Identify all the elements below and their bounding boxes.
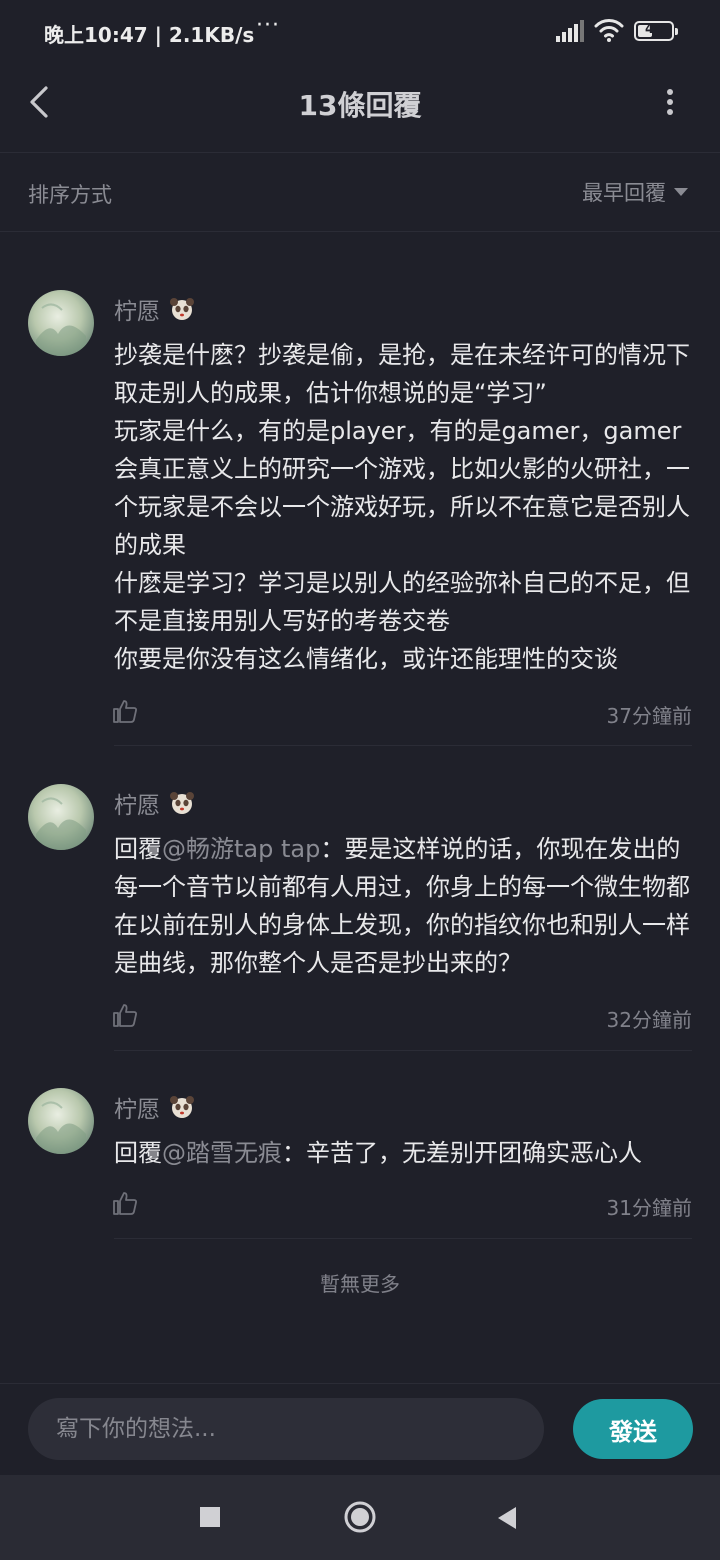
reply-prefix: 回覆 xyxy=(114,1139,162,1167)
nav-back-icon[interactable] xyxy=(496,1505,518,1531)
page-title: 13條回覆 xyxy=(298,89,422,122)
reply-paragraph: 回覆@踏雪无痕：辛苦了，无差别开团确实恶心人 xyxy=(114,1134,694,1172)
reply-author[interactable]: 柠愿 xyxy=(114,1090,196,1124)
reply-paragraph: 玩家是什么，有的是player，有的是gamer，gamer会真正意义上的研究一… xyxy=(114,417,690,559)
reply-paragraph: 抄袭是什麽？抄袭是偷，是抢，是在未经许可的情况下取走别人的成果，估计你想说的是“… xyxy=(114,341,690,407)
divider xyxy=(114,1238,692,1239)
sort-row: 排序方式 最早回覆 xyxy=(0,153,720,232)
divider xyxy=(114,745,692,746)
panda-badge-icon xyxy=(170,1096,194,1118)
thumbs-up-icon[interactable] xyxy=(112,1002,138,1028)
avatar[interactable] xyxy=(28,290,94,356)
reply-time: 37分鐘前 xyxy=(606,704,692,728)
reply-paragraph: 你要是你没有这么情绪化，或许还能理性的交谈 xyxy=(114,645,618,673)
reply-thread-screen: 晚上10:47 | 2.1KB/s ··· 44 13條回覆 排序方式 最早回覆… xyxy=(0,0,720,1560)
avatar-image xyxy=(28,784,94,850)
reply-author[interactable]: 柠愿 xyxy=(114,786,196,820)
no-more-text: 暫無更多 xyxy=(320,1272,400,1296)
wifi-icon xyxy=(594,19,624,42)
thumbs-up-icon[interactable] xyxy=(112,1190,138,1216)
caret-down-icon xyxy=(674,188,688,196)
reply-paragraph: 回覆@畅游tap tap：要是这样说的话，你现在发出的每一个音节以前都有人用过，… xyxy=(114,830,694,982)
author-name: 柠愿 xyxy=(114,299,160,325)
signal-icon xyxy=(556,20,584,42)
header: 13條回覆 xyxy=(0,64,720,153)
comment-input[interactable] xyxy=(28,1398,544,1460)
reply-text: ：辛苦了，无差别开团确实恶心人 xyxy=(282,1139,642,1167)
reply-content: 回覆@畅游tap tap：要是这样说的话，你现在发出的每一个音节以前都有人用过，… xyxy=(114,830,694,982)
mention-link[interactable]: @踏雪无痕 xyxy=(162,1139,282,1167)
system-nav-bar xyxy=(0,1475,720,1560)
panda-badge-icon xyxy=(170,792,194,814)
status-time: 晚上10:47 xyxy=(44,23,148,47)
panda-badge-icon xyxy=(170,298,194,320)
reply-prefix: 回覆 xyxy=(114,835,162,863)
battery-icon: 44 xyxy=(634,21,678,41)
more-vertical-icon[interactable] xyxy=(654,82,686,122)
thumbs-up-icon[interactable] xyxy=(112,698,138,724)
avatar[interactable] xyxy=(28,1088,94,1154)
sort-label: 排序方式 xyxy=(28,183,112,207)
avatar-image xyxy=(28,290,94,356)
reply-time: 32分鐘前 xyxy=(606,1008,692,1032)
recent-apps-icon[interactable] xyxy=(200,1507,220,1527)
reply-time: 31分鐘前 xyxy=(606,1196,692,1220)
network-speed: 2.1KB/s xyxy=(168,23,255,47)
home-icon[interactable] xyxy=(343,1500,377,1534)
mention-link[interactable]: @畅游tap tap xyxy=(162,835,320,863)
comment-bar: 發送 xyxy=(0,1383,720,1476)
avatar-image xyxy=(28,1088,94,1154)
send-button[interactable]: 發送 xyxy=(573,1399,693,1459)
reply-author[interactable]: 柠愿 xyxy=(114,292,196,326)
avatar[interactable] xyxy=(28,784,94,850)
status-bar: 晚上10:47 | 2.1KB/s ··· 44 xyxy=(0,0,720,64)
battery-percent: 44 xyxy=(644,22,664,37)
divider xyxy=(114,1050,692,1051)
status-more-icon: ··· xyxy=(256,13,280,38)
reply-paragraph: 什麽是学习？学习是以别人的经验弥补自己的不足，但不是直接用别人写好的考卷交卷 xyxy=(114,569,690,635)
sort-dropdown[interactable]: 最早回覆 xyxy=(582,177,690,207)
author-name: 柠愿 xyxy=(114,793,160,819)
status-time-speed: 晚上10:47 | 2.1KB/s xyxy=(44,23,255,47)
reply-content: 抄袭是什麽？抄袭是偷，是抢，是在未经许可的情况下取走别人的成果，估计你想说的是“… xyxy=(114,336,694,678)
sort-selected-value: 最早回覆 xyxy=(582,181,666,205)
author-name: 柠愿 xyxy=(114,1097,160,1123)
reply-content: 回覆@踏雪无痕：辛苦了，无差别开团确实恶心人 xyxy=(114,1134,694,1172)
